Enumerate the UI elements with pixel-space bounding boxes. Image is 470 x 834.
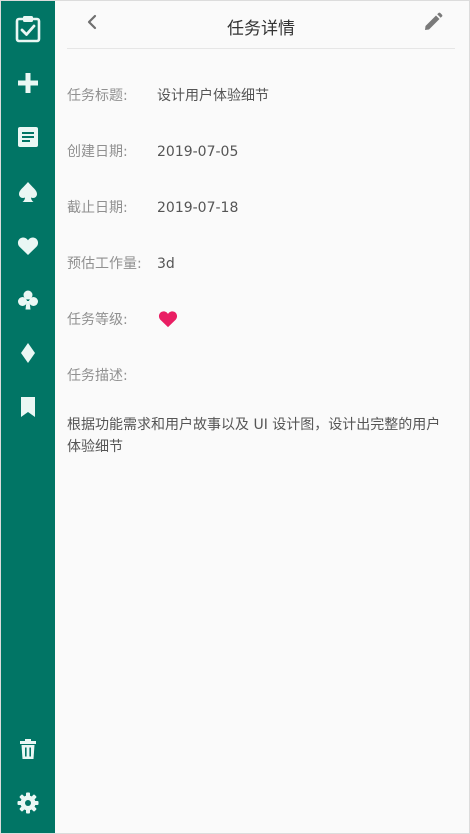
- task-level-label: 任务等级:: [67, 312, 128, 328]
- edit-button[interactable]: [422, 12, 444, 36]
- diamond-icon: [20, 342, 36, 364]
- club-icon: [17, 289, 39, 311]
- estimate-label: 预估工作量:: [67, 256, 142, 272]
- deadline-value: 2019-07-18: [157, 200, 239, 216]
- sidebar-item-diamonds[interactable]: [1, 337, 55, 369]
- sidebar-item-notes[interactable]: [1, 121, 55, 153]
- task-title-label: 任务标题:: [67, 88, 128, 104]
- heart-icon: [17, 236, 39, 256]
- sidebar: [1, 1, 55, 833]
- estimate-value: 3d: [157, 256, 175, 272]
- app-frame: 任务详情 任务标题: 设计用户体验细节 创建日期: 2019-07-05 截止日…: [0, 0, 470, 834]
- plus-icon: [17, 72, 39, 94]
- sidebar-item-trash[interactable]: [1, 733, 55, 765]
- task-level-heart-icon: [158, 310, 178, 334]
- created-date-label: 创建日期:: [67, 144, 128, 160]
- description-text: 根据功能需求和用户故事以及 UI 设计图，设计出完整的用户体验细节: [67, 417, 441, 455]
- clipboard-check-icon: [15, 15, 41, 43]
- note-icon: [17, 126, 39, 148]
- page-title: 任务详情: [227, 19, 295, 39]
- sidebar-item-settings[interactable]: [1, 787, 55, 819]
- bookmark-icon: [19, 396, 37, 418]
- pencil-icon: [423, 12, 443, 36]
- spade-icon: [18, 181, 38, 203]
- task-title-value: 设计用户体验细节: [157, 88, 269, 104]
- sidebar-item-spades[interactable]: [1, 176, 55, 208]
- description-label: 任务描述:: [67, 368, 128, 384]
- deadline-label: 截止日期:: [67, 200, 128, 216]
- sidebar-item-tasks[interactable]: [1, 13, 55, 45]
- sidebar-item-hearts[interactable]: [1, 230, 55, 262]
- settings-gear-icon: [17, 792, 39, 814]
- sidebar-item-bookmarks[interactable]: [1, 391, 55, 423]
- sidebar-item-add[interactable]: [1, 67, 55, 99]
- created-date-value: 2019-07-05: [157, 144, 239, 160]
- trash-icon: [19, 738, 37, 760]
- sidebar-item-clubs[interactable]: [1, 284, 55, 316]
- top-bar: 任务详情: [67, 1, 455, 49]
